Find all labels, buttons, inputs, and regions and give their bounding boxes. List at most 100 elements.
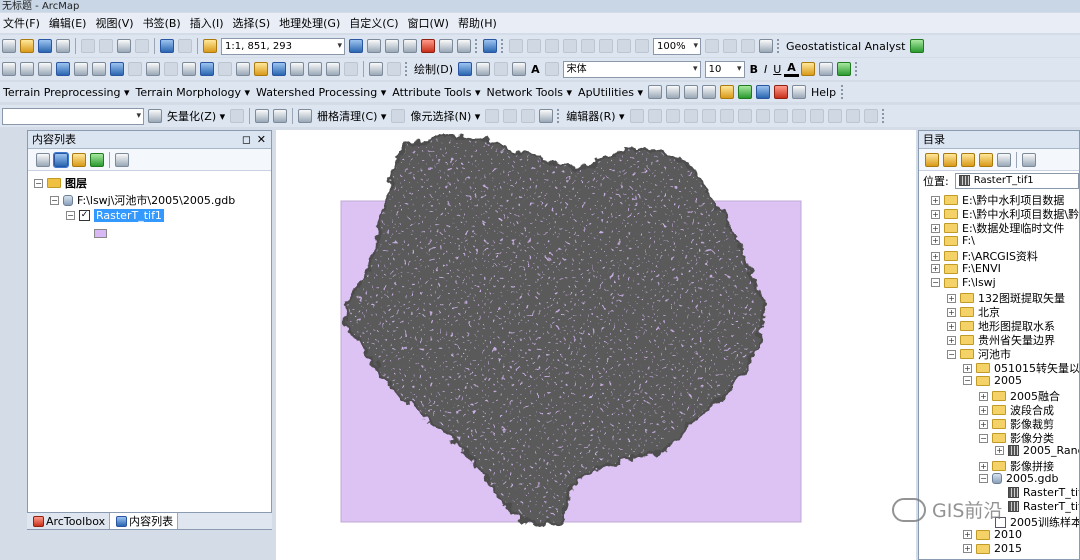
undo-icon[interactable] — [160, 39, 174, 53]
toolbar-grip[interactable] — [777, 39, 781, 53]
time-slider-icon[interactable] — [326, 62, 340, 76]
expand-icon[interactable]: + — [979, 419, 988, 429]
editor-menu[interactable]: 编辑器(R) ▾ — [563, 108, 627, 124]
menu-help[interactable]: 帮助(H) — [455, 15, 503, 31]
geostatistical-analyst-menu[interactable]: Geostatistical Analyst — [783, 40, 908, 53]
catalog-item[interactable]: +2005_Rand — [995, 444, 1079, 457]
edit-vertices-icon[interactable] — [737, 109, 752, 123]
catalog-item[interactable]: + F:\ — [931, 234, 975, 247]
search-window-icon[interactable] — [403, 39, 417, 53]
expand-icon[interactable]: + — [931, 209, 940, 219]
terrain-preprocessing-menu[interactable]: Terrain Preprocessing ▾ — [0, 86, 133, 99]
toolbar-grip[interactable] — [501, 39, 505, 53]
close-icon[interactable]: ✕ — [257, 131, 266, 149]
raster-snapping-icon[interactable] — [148, 109, 162, 123]
go-forward-arrow-icon[interactable] — [128, 62, 142, 76]
fixed-zoom-out-icon[interactable] — [92, 62, 106, 76]
layout-pan-icon[interactable] — [545, 39, 559, 53]
draw-extra-icon[interactable] — [387, 62, 401, 76]
toolbar-grip[interactable] — [475, 39, 479, 53]
new-icon[interactable] — [2, 39, 16, 53]
zoom-whole-page-icon[interactable] — [563, 39, 577, 53]
expand-icon[interactable]: + — [931, 223, 940, 233]
catalog-window-icon[interactable] — [385, 39, 399, 53]
snap-cross-icon[interactable] — [539, 109, 554, 123]
expand-icon[interactable]: + — [995, 446, 1004, 455]
layer-name-label[interactable]: RasterT_tif1 — [94, 209, 164, 222]
collapse-icon[interactable]: − — [979, 474, 988, 483]
raster-cleanup-menu[interactable]: 栅格清理(C) ▾ — [314, 108, 389, 124]
symbol-swatch[interactable] — [94, 229, 107, 238]
menu-geoprocessing[interactable]: 地理处理(G) — [276, 15, 346, 31]
menu-file[interactable]: 文件(F) — [0, 15, 46, 31]
network-icon[interactable] — [483, 39, 497, 53]
save-icon[interactable] — [38, 39, 52, 53]
expand-icon[interactable]: + — [963, 530, 972, 539]
font-color-button[interactable]: A — [784, 61, 799, 77]
data-driven-pages-icon[interactable] — [759, 39, 773, 53]
rotate-feature-icon[interactable] — [809, 109, 824, 123]
collapse-icon[interactable]: − — [931, 278, 940, 287]
hydro-tool-1-icon[interactable] — [648, 85, 662, 99]
menu-windows[interactable]: 窗口(W) — [405, 15, 455, 31]
pencil-icon[interactable] — [792, 85, 806, 99]
expand-icon[interactable]: + — [931, 264, 940, 273]
catalog-item[interactable]: − 2005 — [963, 374, 1022, 387]
autohide-icon[interactable]: ◻ — [242, 131, 251, 149]
home-icon[interactable] — [979, 152, 993, 167]
fixed-zoom-out-icon[interactable] — [617, 39, 631, 53]
collapse-icon[interactable]: − — [34, 178, 43, 188]
expand-icon[interactable]: + — [947, 293, 956, 303]
collapse-icon[interactable]: − — [979, 433, 988, 443]
hydro-tool-5-icon[interactable] — [720, 85, 734, 99]
flag-icon[interactable] — [774, 85, 788, 99]
toolbar-grip[interactable] — [557, 109, 561, 123]
collapse-icon[interactable]: − — [963, 376, 972, 385]
toolbar-grip[interactable] — [854, 62, 859, 76]
html-popup-icon[interactable] — [236, 62, 250, 76]
layout-zoom-combo[interactable]: 100% — [653, 37, 701, 55]
map-scale-combo[interactable]: 1:1, 851, 293 — [221, 37, 345, 55]
catalog-item[interactable]: − F:\lswj — [931, 276, 996, 289]
editor-toolbar-icon[interactable] — [349, 39, 363, 53]
end-point-arc-icon[interactable] — [683, 109, 698, 123]
vectorize-settings-icon[interactable] — [230, 109, 245, 123]
list-by-selection-icon[interactable] — [90, 152, 104, 167]
create-viewer-icon[interactable] — [344, 62, 358, 76]
select-elements-arrow-icon[interactable] — [182, 62, 196, 76]
collapse-icon[interactable]: − — [50, 195, 59, 205]
geostat-wizard-icon[interactable] — [910, 39, 925, 53]
layers-root-node[interactable]: − 图层 — [34, 175, 87, 191]
add-data-icon[interactable] — [203, 39, 217, 53]
expand-icon[interactable]: + — [931, 251, 940, 261]
up-one-level-icon[interactable] — [961, 152, 975, 167]
cut-polygons-icon[interactable] — [773, 109, 788, 123]
expand-icon[interactable]: + — [931, 195, 940, 205]
python-window-icon[interactable] — [439, 39, 453, 53]
create-features-icon[interactable] — [863, 109, 878, 123]
open-icon[interactable] — [20, 39, 34, 53]
line-color-icon[interactable] — [818, 62, 833, 76]
back-extent-icon[interactable] — [635, 39, 649, 53]
raster-pencil-icon[interactable] — [273, 109, 288, 123]
hydro-tool-4-icon[interactable] — [702, 85, 716, 99]
collapse-icon[interactable]: − — [947, 349, 956, 359]
menu-insert[interactable]: 插入(I) — [187, 15, 230, 31]
catalog-item[interactable]: +2010 — [963, 528, 1022, 541]
italic-button[interactable]: I — [761, 63, 770, 76]
expand-icon[interactable]: + — [931, 236, 940, 245]
catalog-item[interactable]: − 2005.gdb — [979, 472, 1058, 485]
help-menu[interactable]: Help — [808, 86, 839, 99]
text-tool-icon[interactable]: A — [528, 63, 543, 76]
print-icon[interactable] — [56, 39, 70, 53]
rectangle-icon[interactable] — [512, 62, 527, 76]
hydro-tool-2-icon[interactable] — [666, 85, 680, 99]
forward-arrow-icon[interactable] — [943, 152, 957, 167]
hyperlink-icon[interactable] — [218, 62, 232, 76]
map-view[interactable] — [276, 130, 916, 560]
layer-visibility-checkbox[interactable]: ✓ — [79, 210, 90, 221]
layout-zoom-in-icon[interactable] — [509, 39, 523, 53]
map-canvas[interactable] — [276, 130, 916, 560]
menu-view[interactable]: 视图(V) — [92, 15, 139, 31]
redo-icon[interactable] — [178, 39, 192, 53]
